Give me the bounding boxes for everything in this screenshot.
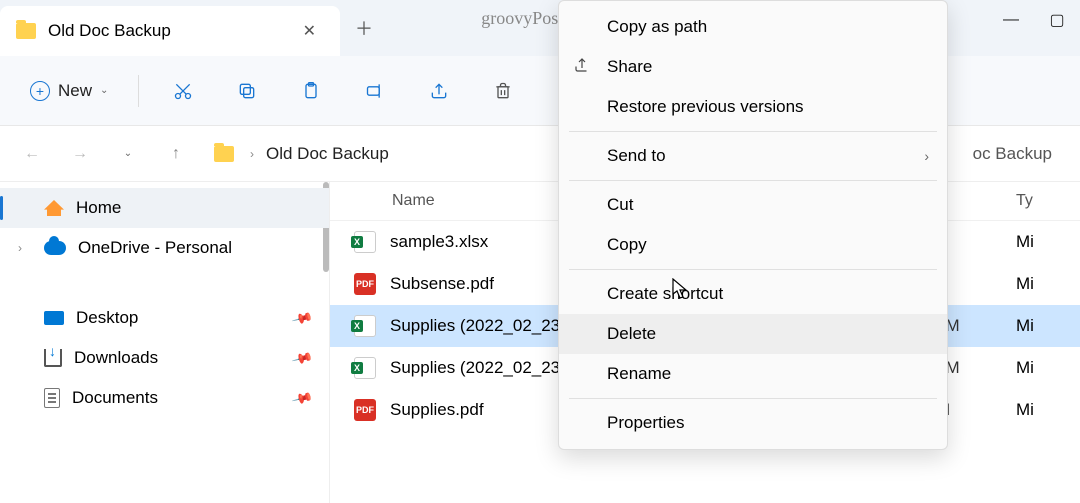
pdf-icon: PDF	[354, 273, 376, 295]
chevron-right-icon: ›	[924, 148, 929, 164]
sidebar-item-onedrive[interactable]: › OneDrive - Personal	[0, 228, 329, 268]
pdf-icon: PDF	[354, 399, 376, 421]
ctx-restore[interactable]: Restore previous versions	[559, 87, 947, 127]
new-tab-button[interactable]: ＋	[340, 0, 388, 56]
ctx-share[interactable]: Share	[559, 47, 947, 87]
sidebar-label: Downloads	[74, 348, 158, 368]
file-type: Mi	[1016, 316, 1056, 336]
chevron-down-icon: ⌄	[100, 85, 108, 96]
file-type: Mi	[1016, 400, 1056, 420]
cut-button[interactable]	[155, 71, 211, 111]
desktop-icon	[44, 311, 64, 325]
excel-icon	[354, 315, 376, 337]
folder-icon	[214, 146, 234, 162]
up-button[interactable]: ↑	[156, 134, 196, 174]
plus-circle-icon: +	[30, 81, 50, 101]
ctx-cut[interactable]: Cut	[559, 185, 947, 225]
separator	[569, 131, 937, 132]
forward-button[interactable]: →	[60, 134, 100, 174]
delete-button[interactable]	[475, 71, 531, 111]
tab-title: Old Doc Backup	[48, 21, 295, 41]
context-menu: Copy as path Share Restore previous vers…	[558, 0, 948, 450]
sidebar-item-downloads[interactable]: Downloads 📌	[0, 338, 329, 378]
ctx-copy-as-path[interactable]: Copy as path	[559, 7, 947, 47]
ctx-properties[interactable]: Properties	[559, 403, 947, 443]
sidebar-item-documents[interactable]: Documents 📌	[0, 378, 329, 418]
share-icon	[573, 56, 593, 79]
excel-icon	[354, 231, 376, 253]
close-tab-button[interactable]: ✕	[295, 17, 324, 45]
navigation-pane: Home › OneDrive - Personal Desktop 📌 Dow…	[0, 182, 330, 503]
chevron-right-icon: ›	[250, 147, 254, 161]
folder-icon	[16, 23, 36, 39]
home-icon	[44, 200, 64, 216]
separator	[138, 75, 139, 107]
separator	[569, 180, 937, 181]
separator	[569, 269, 937, 270]
new-label: New	[58, 81, 92, 101]
ctx-send-to[interactable]: Send to›	[559, 136, 947, 176]
sidebar-label: OneDrive - Personal	[78, 238, 232, 258]
sidebar-label: Desktop	[76, 308, 138, 328]
ctx-delete[interactable]: Delete	[559, 314, 947, 354]
column-type[interactable]: Ty	[1016, 192, 1056, 210]
sidebar-label: Documents	[72, 388, 158, 408]
file-type: Mi	[1016, 274, 1056, 294]
pin-icon[interactable]: 📌	[290, 386, 314, 409]
ctx-rename[interactable]: Rename	[559, 354, 947, 394]
back-button[interactable]: ←	[12, 134, 52, 174]
sidebar-item-desktop[interactable]: Desktop 📌	[0, 298, 329, 338]
breadcrumb-item[interactable]: Old Doc Backup	[266, 144, 389, 164]
expand-icon[interactable]: ›	[18, 241, 32, 255]
separator	[569, 398, 937, 399]
new-button[interactable]: + New ⌄	[16, 75, 122, 107]
documents-icon	[44, 388, 60, 408]
copy-button[interactable]	[219, 71, 275, 111]
paste-button[interactable]	[283, 71, 339, 111]
path-tail: oc Backup	[973, 144, 1068, 164]
sidebar-item-home[interactable]: Home	[0, 188, 329, 228]
ctx-copy[interactable]: Copy	[559, 225, 947, 265]
tab-active[interactable]: Old Doc Backup ✕	[0, 6, 340, 56]
ctx-create-shortcut[interactable]: Create shortcut	[559, 274, 947, 314]
window-controls: — ▢	[988, 0, 1080, 40]
downloads-icon	[44, 349, 62, 367]
cloud-icon	[44, 241, 66, 255]
sidebar-label: Home	[76, 198, 121, 218]
share-button[interactable]	[411, 71, 467, 111]
excel-icon	[354, 357, 376, 379]
maximize-button[interactable]: ▢	[1034, 0, 1080, 40]
file-type: Mi	[1016, 358, 1056, 378]
rename-button[interactable]	[347, 71, 403, 111]
recent-dropdown-button[interactable]: ⌄	[108, 134, 148, 174]
file-type: Mi	[1016, 232, 1056, 252]
pin-icon[interactable]: 📌	[290, 306, 314, 329]
minimize-button[interactable]: —	[988, 0, 1034, 40]
pin-icon[interactable]: 📌	[290, 346, 314, 369]
